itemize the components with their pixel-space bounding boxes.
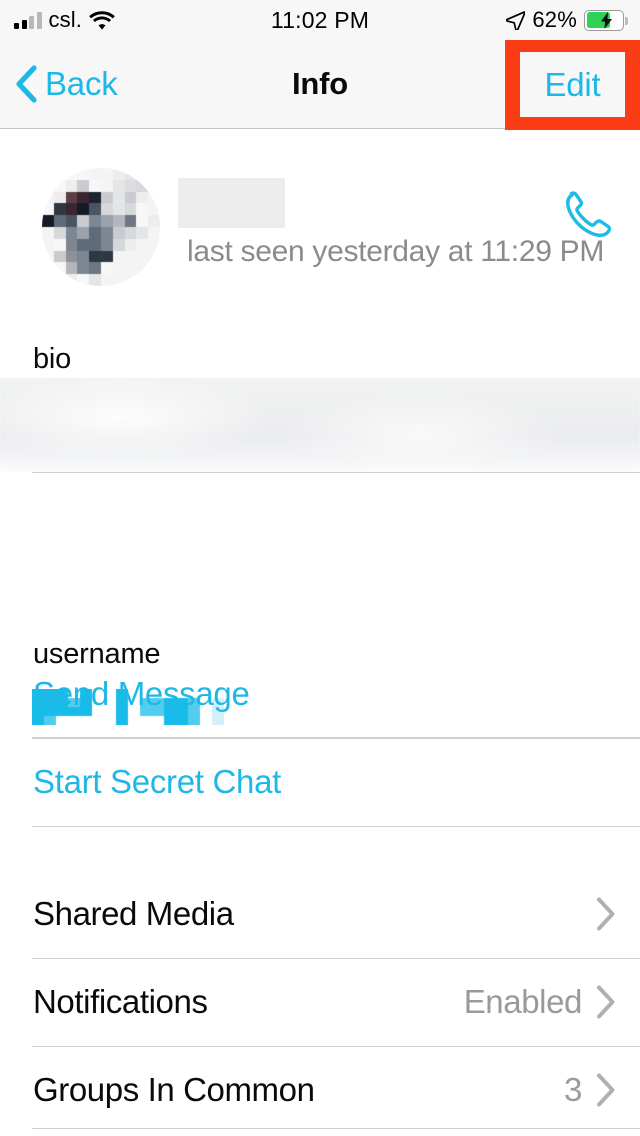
info-content: last seen yesterday at 11:29 PM bio user… [0,130,640,1136]
status-bar-clock: 11:02 PM [270,6,370,33]
send-message-action[interactable]: Send Message [0,650,640,738]
groups-in-common-row[interactable]: Groups In Common 3 [0,1046,640,1134]
chevron-right-icon [596,897,616,931]
separator [32,472,640,473]
edit-button-highlight: Edit [505,40,640,130]
phone-screen: csl. 11:02 PM 62% Back Info Edit last se… [0,0,640,1136]
start-secret-chat-label: Start Secret Chat [33,763,282,800]
bio-label: bio [33,343,72,375]
groups-in-common-label: Groups In Common [33,1071,315,1108]
bio-value-redacted [0,378,640,472]
location-arrow-icon [506,10,527,31]
status-bar: csl. 11:02 PM 62% [0,0,640,40]
chevron-right-icon [596,1073,616,1107]
battery-percent-label: 62% [532,7,577,32]
status-bar-right: 62% [506,0,628,40]
separator [32,826,640,827]
notifications-row[interactable]: Notifications Enabled [0,958,640,1046]
battery-charging-icon [584,9,628,31]
profile-header[interactable]: last seen yesterday at 11:29 PM [0,130,640,325]
separator [32,1128,640,1129]
shared-media-label: Shared Media [33,895,234,932]
notifications-label: Notifications [33,983,208,1020]
avatar[interactable] [42,168,160,286]
shared-media-row[interactable]: Shared Media [0,870,640,958]
edit-button-label: Edit [544,65,601,103]
last-seen-status: last seen yesterday at 11:29 PM [187,235,605,268]
contact-name-redacted [178,178,285,228]
chevron-right-icon [596,985,616,1019]
notifications-value: Enabled [463,983,583,1020]
phone-call-icon[interactable] [556,185,618,243]
edit-button[interactable]: Edit [520,52,625,117]
start-secret-chat-action[interactable]: Start Secret Chat [0,738,640,826]
send-message-label: Send Message [33,675,250,712]
groups-in-common-value: 3 [564,1071,582,1108]
